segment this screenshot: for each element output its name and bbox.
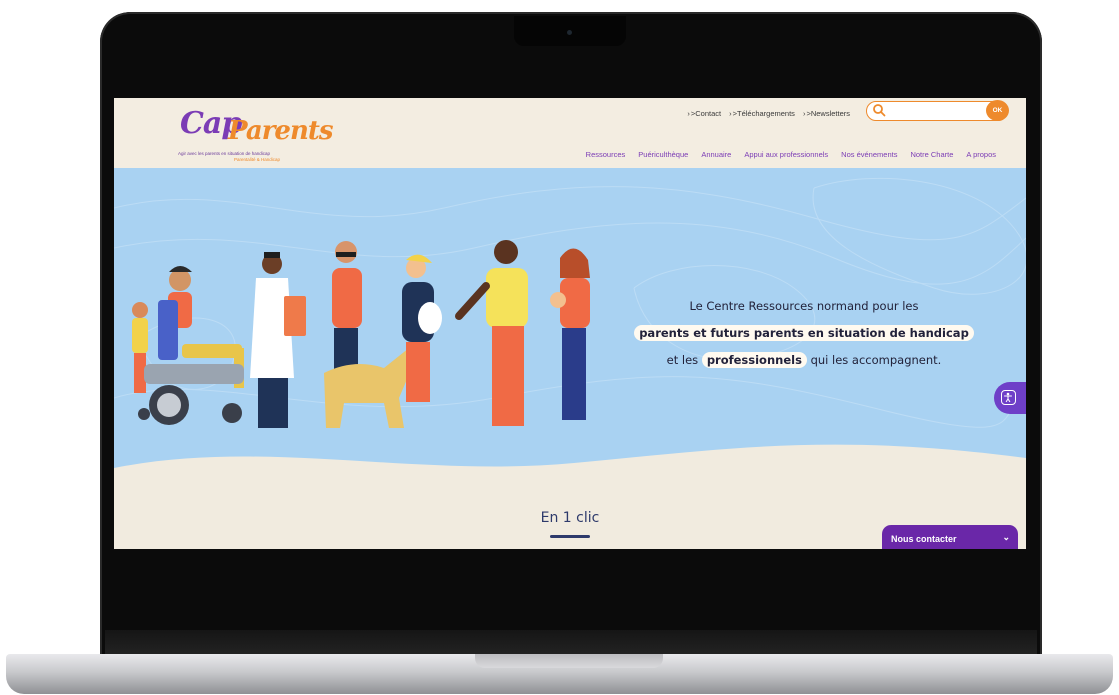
- man-with-guide-dog-figure: [324, 241, 416, 428]
- section-title: En 1 clic: [540, 510, 600, 526]
- hero-highlight-parents: parents et futurs parents en situation d…: [634, 325, 974, 341]
- nav-item-charte[interactable]: Notre Charte: [910, 150, 953, 159]
- nav-item-appui-pros[interactable]: Appui aux professionnels: [744, 150, 828, 159]
- laptop-hinge: [105, 630, 1037, 656]
- nav-item-puericultheque[interactable]: Puériculthèque: [638, 150, 688, 159]
- hero-banner: Le Centre Ressources normand pour les pa…: [114, 168, 1026, 508]
- man-in-yellow-figure: [455, 240, 528, 426]
- search-submit-button[interactable]: OK: [986, 100, 1009, 121]
- accessibility-button[interactable]: [994, 382, 1026, 414]
- contact-widget-button[interactable]: Nous contacter ⌄: [882, 525, 1018, 549]
- search-box: OK: [866, 100, 1009, 121]
- hero-line-3-post: qui les accompagnent.: [810, 353, 942, 367]
- pregnant-woman-figure: [402, 254, 442, 402]
- logo-parents: Parents: [228, 116, 333, 146]
- hero-illustration: [132, 240, 590, 428]
- site-logo[interactable]: Cap Parents Agir avec les parents en sit…: [178, 106, 333, 166]
- nav-item-evenements[interactable]: Nos événements: [841, 150, 897, 159]
- hero-line-3-pre: et les: [666, 353, 699, 367]
- search-icon: [873, 104, 886, 117]
- top-links: >Contact >Téléchargements >Newsletters: [687, 109, 850, 118]
- nav-item-ressources[interactable]: Ressources: [586, 150, 626, 159]
- top-link-downloads[interactable]: >Téléchargements: [729, 109, 795, 118]
- logo-tagline: Agir avec les parents en situation de ha…: [178, 151, 271, 156]
- top-link-newsletters[interactable]: >Newsletters: [803, 109, 850, 118]
- doctor-figure: [250, 252, 306, 428]
- hero-text: Le Centre Ressources normand pour les pa…: [634, 293, 974, 374]
- laptop-base-groove: [475, 654, 663, 668]
- main-nav: Ressources Puériculthèque Annuaire Appui…: [586, 150, 996, 159]
- woman-with-baby-figure: [550, 248, 590, 420]
- camera: [567, 30, 572, 35]
- accessibility-icon: [1001, 390, 1016, 405]
- site-header: Cap Parents Agir avec les parents en sit…: [114, 98, 1026, 168]
- search-input[interactable]: [889, 104, 985, 119]
- hero-highlight-professionnels: professionnels: [701, 352, 807, 368]
- wheelchair-user-figure: [138, 266, 244, 425]
- nav-item-annuaire[interactable]: Annuaire: [701, 150, 731, 159]
- chevron-down-icon: ⌄: [1002, 532, 1010, 542]
- section-title-underline: [550, 535, 590, 538]
- hero-line-1: Le Centre Ressources normand pour les: [689, 299, 919, 313]
- screen: Cap Parents Agir avec les parents en sit…: [114, 98, 1026, 549]
- contact-widget-label: Nous contacter: [891, 534, 957, 544]
- nav-item-a-propos[interactable]: A propos: [966, 150, 996, 159]
- hero-wave: [114, 444, 1026, 508]
- logo-region: Parentalité & Handicap: [234, 157, 281, 162]
- top-link-contact[interactable]: >Contact: [687, 109, 721, 118]
